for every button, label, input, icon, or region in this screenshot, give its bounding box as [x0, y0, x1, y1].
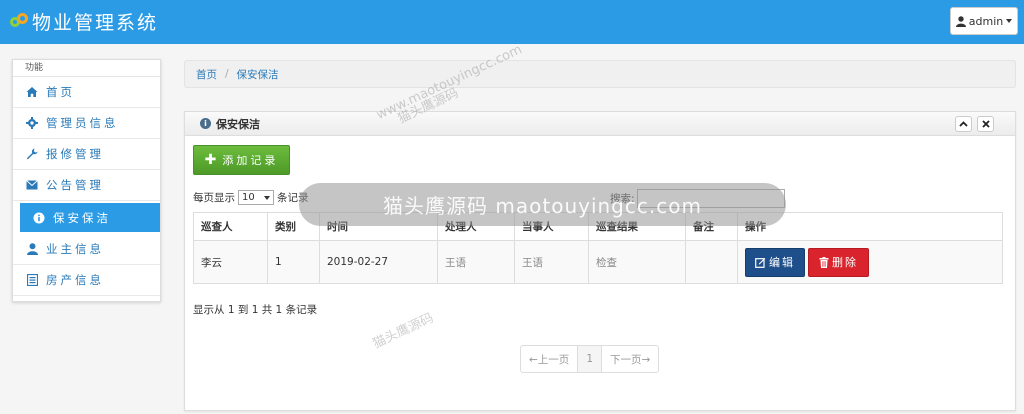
brand[interactable]: 物业管理系统: [8, 8, 158, 35]
cell-party: 王语: [514, 240, 589, 284]
info-icon: [32, 211, 46, 225]
delete-label: 删除: [832, 256, 858, 269]
sidebar-item-label: 报修管理: [46, 147, 104, 161]
pagination-prev[interactable]: ←上一页: [521, 346, 577, 372]
sidebar-item-label: 保安保洁: [53, 210, 111, 225]
add-record-button[interactable]: ✚ 添加记录: [193, 145, 290, 175]
cell-actions: 编辑 删除: [737, 240, 1003, 284]
logo-icon: [8, 11, 30, 33]
sidebar-item-home[interactable]: 首页: [13, 77, 160, 108]
close-button[interactable]: [977, 116, 994, 132]
sidebar-item-security-cleaning[interactable]: 保安保洁: [20, 203, 160, 232]
sidebar: 功能 首页 管理员信息 报修管理 公告管理 保安保洁 业主信息 房产信息: [12, 59, 161, 302]
cell-result: 检查: [588, 240, 686, 284]
column-header[interactable]: 备注: [685, 212, 738, 241]
sidebar-item-admin-info[interactable]: 管理员信息: [13, 108, 160, 139]
cell-inspector: 李云: [193, 240, 268, 284]
main-panel: i 保安保洁 ✚ 添加记录 每页显示 10 条记录 搜索: 巡查人 类别 时间 …: [184, 111, 1016, 411]
breadcrumb-separator: /: [225, 68, 229, 80]
search-input[interactable]: [636, 189, 785, 208]
search-label: 搜索:: [610, 193, 635, 205]
sidebar-item-notice[interactable]: 公告管理: [13, 170, 160, 201]
sidebar-item-label: 首页: [46, 85, 75, 99]
panel-title: 保安保洁: [216, 117, 260, 131]
user-icon: [25, 242, 39, 256]
sidebar-item-label: 房产信息: [46, 273, 104, 287]
sidebar-item-repair[interactable]: 报修管理: [13, 139, 160, 170]
close-icon: [981, 120, 990, 128]
panel-header: i 保安保洁: [185, 112, 1015, 136]
table-info: 显示从 1 到 1 共 1 条记录: [193, 304, 318, 316]
top-navbar: 物业管理系统 admin: [0, 0, 1024, 44]
delete-button[interactable]: 删除: [808, 247, 869, 277]
gear-icon: [25, 116, 39, 130]
cell-category: 1: [267, 240, 320, 284]
wrench-icon: [25, 147, 39, 161]
collapse-button[interactable]: [955, 116, 972, 132]
page-length-control: 每页显示 10 条记录: [193, 190, 309, 205]
edit-icon: [755, 257, 766, 268]
search-control: 搜索:: [610, 189, 785, 208]
page-length-select[interactable]: 10: [238, 190, 274, 205]
home-icon: [25, 85, 39, 99]
cell-remark: [685, 240, 738, 284]
column-header[interactable]: 当事人: [514, 212, 589, 241]
cell-time: 2019-02-27: [319, 240, 438, 284]
chevron-down-icon: [264, 195, 270, 200]
cell-handler: 王语: [437, 240, 515, 284]
sidebar-item-label: 公告管理: [46, 178, 104, 192]
breadcrumb-home-link[interactable]: 首页: [196, 67, 217, 82]
table-header-row: 巡查人 类别 时间 处理人 当事人 巡查结果 备注 操作: [193, 212, 1003, 241]
chevron-up-icon: [959, 121, 968, 127]
records-table: 巡查人 类别 时间 处理人 当事人 巡查结果 备注 操作 李云 1 2019-0…: [193, 212, 1003, 284]
sidebar-item-label: 业主信息: [46, 242, 104, 256]
page-length-prefix: 每页显示: [193, 192, 235, 204]
column-header[interactable]: 时间: [319, 212, 438, 241]
page-length-value: 10: [242, 192, 255, 203]
info-icon: i: [200, 118, 211, 129]
pagination: ←上一页 1 下一页→: [520, 345, 660, 373]
plus-icon: ✚: [204, 152, 217, 168]
list-icon: [25, 273, 39, 287]
user-name: admin: [968, 14, 1004, 28]
user-icon: [955, 15, 966, 27]
column-header[interactable]: 巡查人: [193, 212, 268, 241]
column-header[interactable]: 处理人: [437, 212, 515, 241]
sidebar-item-label: 管理员信息: [46, 116, 119, 130]
column-header[interactable]: 巡查结果: [588, 212, 686, 241]
envelope-icon: [25, 178, 39, 192]
sidebar-heading: 功能: [13, 60, 160, 77]
column-header: 操作: [737, 212, 1003, 241]
column-header[interactable]: 类别: [267, 212, 320, 241]
pagination-page[interactable]: 1: [577, 346, 602, 372]
app-title: 物业管理系统: [32, 12, 159, 34]
breadcrumb-current: 保安保洁: [236, 68, 279, 81]
user-menu-button[interactable]: admin: [950, 7, 1018, 35]
page-length-suffix: 条记录: [277, 192, 309, 204]
sidebar-item-property-info[interactable]: 房产信息: [13, 265, 160, 296]
edit-label: 编辑: [769, 256, 795, 269]
chevron-down-icon: [1006, 19, 1013, 23]
add-record-label: 添加记录: [222, 154, 279, 167]
pagination-next[interactable]: 下一页→: [602, 346, 658, 372]
trash-icon: [819, 256, 829, 268]
edit-button[interactable]: 编辑: [745, 247, 805, 277]
sidebar-item-owner-info[interactable]: 业主信息: [13, 234, 160, 265]
breadcrumb: 首页 / 保安保洁: [184, 60, 1016, 88]
table-row: 李云 1 2019-02-27 王语 王语 检查 编辑 删除: [193, 240, 1003, 284]
